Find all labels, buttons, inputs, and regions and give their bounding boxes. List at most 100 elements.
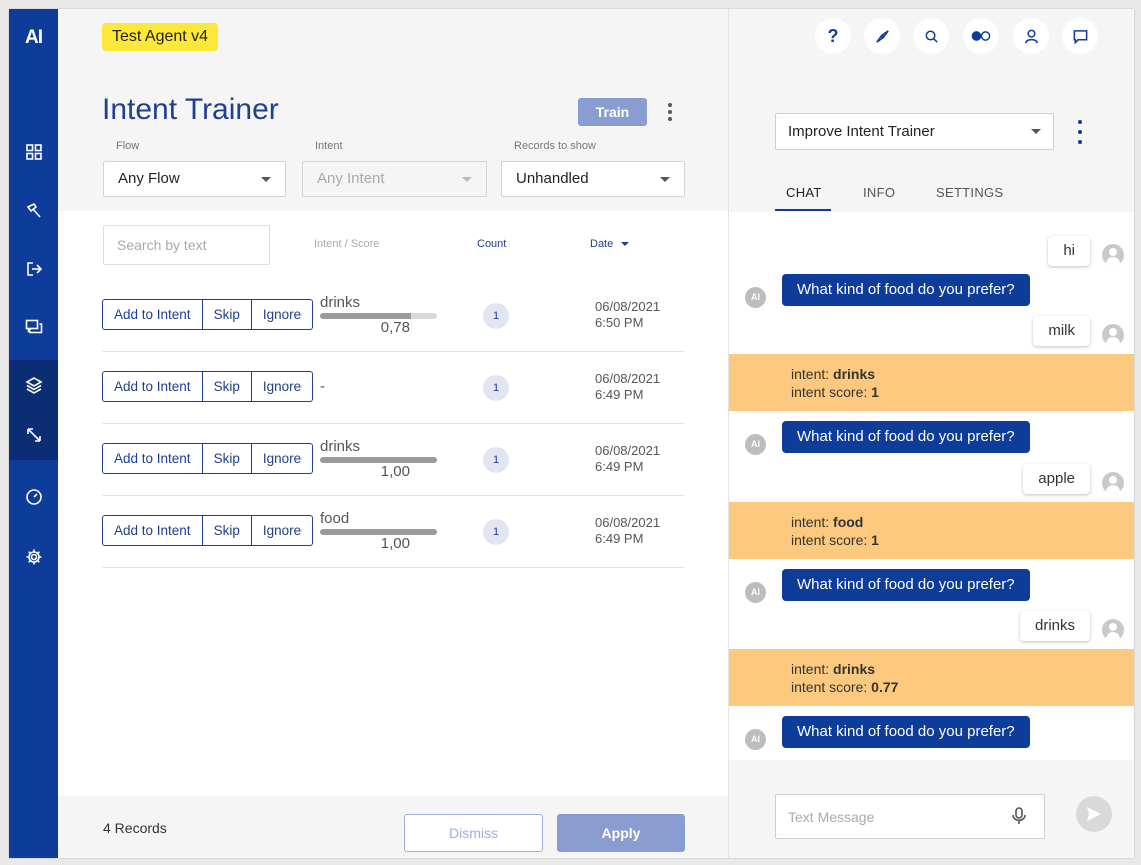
intent-name: drinks xyxy=(320,438,361,455)
sidebar-nav: AI xyxy=(9,9,58,858)
user-message: drinks xyxy=(1019,611,1090,641)
intent-score-label: intent score: xyxy=(791,532,868,548)
search-icon xyxy=(925,30,938,43)
chat-bubbles-icon xyxy=(25,319,42,334)
dismiss-button[interactable]: Dismiss xyxy=(404,814,543,852)
user-avatar-icon xyxy=(1102,472,1124,494)
column-header-count[interactable]: Count xyxy=(477,238,506,250)
intent-result-line: intent: food xyxy=(791,513,1134,531)
gear-icon xyxy=(26,549,41,565)
sort-caret-icon xyxy=(621,242,630,247)
skip-button[interactable]: Skip xyxy=(203,444,252,473)
search-input[interactable] xyxy=(103,225,270,265)
layers-icon xyxy=(24,377,43,394)
record-date-day: 06/08/2021 xyxy=(595,371,661,386)
message-button[interactable] xyxy=(1062,18,1098,54)
intent-score-value: 0.77 xyxy=(871,679,899,695)
tab-info[interactable]: INFO xyxy=(863,185,895,200)
apply-button[interactable]: Apply xyxy=(557,814,685,852)
mic-button[interactable] xyxy=(1010,806,1028,831)
row-action-group: Add to Intent Skip Ignore xyxy=(102,371,314,402)
user-button[interactable] xyxy=(1013,18,1049,54)
search-button[interactable] xyxy=(913,18,949,54)
toggle-button[interactable] xyxy=(963,18,999,54)
bot-message: What kind of food do you prefer? xyxy=(782,274,1030,306)
intent-score-value: 1 xyxy=(871,384,879,400)
intent-result: intent: drinks intent score: 0.77 xyxy=(729,649,1134,706)
intent-score-line: intent score: 0.77 xyxy=(791,678,1134,696)
nav-item-tools[interactable] xyxy=(9,186,58,236)
skip-button[interactable]: Skip xyxy=(203,516,252,545)
chat-mode-select[interactable]: Improve Intent Trainer xyxy=(775,113,1054,150)
record-date-time: 6:49 PM xyxy=(595,531,644,546)
flow-select[interactable]: Any Flow xyxy=(103,161,286,197)
intent-result: intent: food intent score: 1 xyxy=(729,502,1134,559)
user-avatar-icon xyxy=(1102,619,1124,641)
count-badge: 1 xyxy=(483,519,509,545)
user-avatar-icon xyxy=(1102,324,1124,346)
footer-bar: 4 Records Dismiss Apply xyxy=(58,796,728,858)
ignore-button[interactable]: Ignore xyxy=(252,372,312,401)
compass-icon xyxy=(875,29,889,43)
add-to-intent-button[interactable]: Add to Intent xyxy=(103,444,203,473)
record-date-day: 06/08/2021 xyxy=(595,299,661,314)
chat-more-options-icon[interactable] xyxy=(1076,120,1084,144)
records-select[interactable]: Unhandled xyxy=(501,161,685,197)
compass-button[interactable] xyxy=(864,18,900,54)
flow-label: Flow xyxy=(116,140,140,152)
score-value: 1,00 xyxy=(380,535,410,552)
toggle-icon xyxy=(971,31,991,41)
chat-transcript: hi AI What kind of food do you prefer? m… xyxy=(729,212,1134,760)
intent-score-line: intent score: 1 xyxy=(791,531,1134,549)
nav-item-conversations[interactable] xyxy=(9,302,58,352)
skip-button[interactable]: Skip xyxy=(203,300,252,329)
user-message: milk xyxy=(1033,316,1090,346)
user-message: hi xyxy=(1048,236,1090,266)
gauge-icon xyxy=(25,489,42,505)
intent-result-line: intent: drinks xyxy=(791,660,1134,678)
intent-result: intent: drinks intent score: 1 xyxy=(729,354,1134,411)
nav-item-dashboard[interactable] xyxy=(9,127,58,177)
more-options-icon[interactable] xyxy=(662,101,678,123)
nav-item-intent-trainer[interactable] xyxy=(9,360,58,410)
intent-score-label: intent score: xyxy=(791,384,868,400)
column-header-date[interactable]: Date xyxy=(590,238,630,250)
tab-chat[interactable]: CHAT xyxy=(786,185,822,200)
ignore-button[interactable]: Ignore xyxy=(252,300,312,329)
score-value: 0,78 xyxy=(380,319,410,336)
intent-result-label: intent: xyxy=(791,661,830,677)
train-button[interactable]: Train xyxy=(578,98,647,126)
add-to-intent-button[interactable]: Add to Intent xyxy=(103,300,203,329)
bot-avatar-icon: AI xyxy=(745,434,766,455)
help-button[interactable]: ? xyxy=(815,18,851,54)
nav-item-settings[interactable] xyxy=(9,532,58,582)
tab-settings[interactable]: SETTINGS xyxy=(936,185,1003,200)
table-row: Add to Intent Skip Ignore drinks 0,78 1 … xyxy=(102,280,685,352)
send-button[interactable] xyxy=(1076,796,1112,832)
intent-name: drinks xyxy=(320,294,361,311)
message-input[interactable] xyxy=(775,794,1045,839)
row-action-group: Add to Intent Skip Ignore xyxy=(102,299,314,330)
ignore-button[interactable]: Ignore xyxy=(252,516,312,545)
ignore-button[interactable]: Ignore xyxy=(252,444,312,473)
intent-select[interactable]: Any Intent xyxy=(302,161,487,197)
add-to-intent-button[interactable]: Add to Intent xyxy=(103,372,203,401)
chat-panel: ? Improve Intent Trainer CHAT INFO SETTI… xyxy=(728,9,1134,858)
microphone-icon xyxy=(1012,807,1026,824)
intent-select-value: Any Intent xyxy=(317,170,385,187)
records-count: 4 Records xyxy=(103,820,167,836)
bot-avatar-icon: AI xyxy=(745,729,766,750)
record-date-time: 6:49 PM xyxy=(595,387,644,402)
skip-button[interactable]: Skip xyxy=(203,372,252,401)
record-date: 06/08/2021 6:49 PM xyxy=(595,443,660,475)
record-date: 06/08/2021 6:50 PM xyxy=(595,299,660,331)
chevron-down-icon xyxy=(462,177,472,182)
nav-item-analytics[interactable] xyxy=(9,472,58,522)
agent-badge[interactable]: Test Agent v4 xyxy=(102,23,219,51)
nav-item-logout[interactable] xyxy=(9,244,58,294)
nav-item-resize[interactable] xyxy=(9,410,58,460)
message-icon xyxy=(1073,29,1087,44)
intent-score-label: intent score: xyxy=(791,679,868,695)
wand-icon xyxy=(26,202,41,218)
add-to-intent-button[interactable]: Add to Intent xyxy=(103,516,203,545)
